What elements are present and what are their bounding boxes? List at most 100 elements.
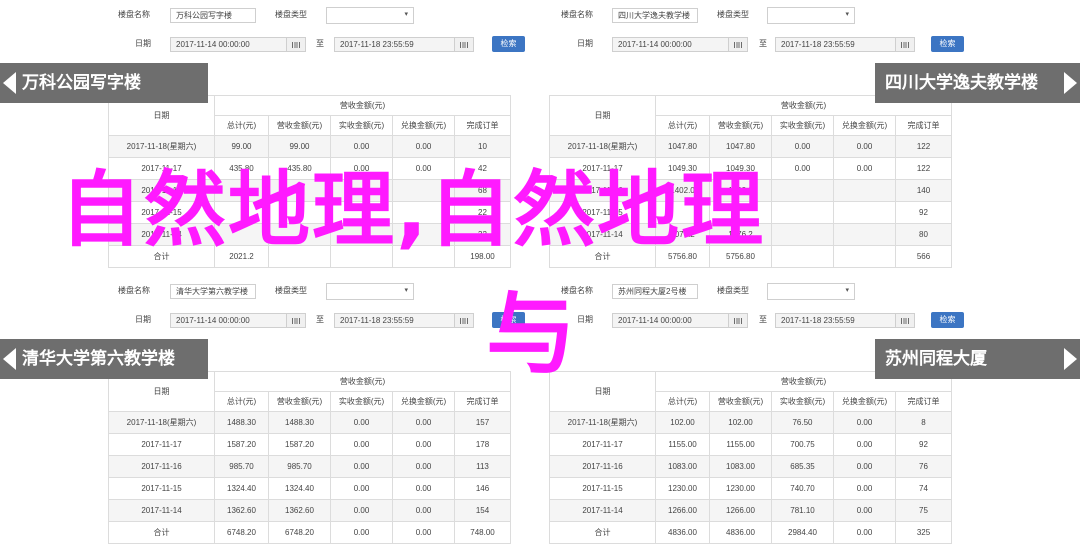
table-cell: 2017-11-18(星期六) xyxy=(108,135,215,158)
table-cell: 1155.00 xyxy=(709,433,772,456)
table-cell: 0.00 xyxy=(392,499,455,522)
building-name-label: 楼盘名称 xyxy=(118,10,150,19)
table-cell: 0.00 xyxy=(833,521,896,544)
building-type-select[interactable]: ▾ xyxy=(326,283,414,300)
building-banner: 万科公园写字楼 xyxy=(0,63,208,103)
date-from-input[interactable]: 2017-11-14 00:00:00 xyxy=(612,37,748,52)
calendar-icon[interactable] xyxy=(286,38,305,51)
table-cell: 566 xyxy=(895,245,952,268)
table-cell: 1488.30 xyxy=(268,411,331,434)
column-header: 总计(元) xyxy=(214,391,269,412)
table-cell: 146 xyxy=(454,477,511,500)
building-name-input[interactable]: 苏州同程大厦2号楼 xyxy=(612,284,698,299)
table-cell: 2017-11-18(星期六) xyxy=(549,411,656,434)
building-type-select[interactable]: ▾ xyxy=(767,283,855,300)
table-cell: 2017-11-14 xyxy=(549,499,656,522)
table-row: 合计 4836.00 4836.00 2984.40 0.00 325 xyxy=(549,521,952,544)
building-type-select[interactable]: ▾ xyxy=(326,7,414,24)
calendar-icon[interactable] xyxy=(454,38,473,51)
calendar-icon[interactable] xyxy=(728,314,747,327)
building-banner: 苏州同程大厦 xyxy=(875,339,1080,379)
table-cell: 74 xyxy=(895,477,952,500)
building-name-input[interactable]: 四川大学逸夫教学楼 xyxy=(612,8,698,23)
table-cell: 2017-11-16 xyxy=(549,455,656,478)
building-type-label: 楼盘类型 xyxy=(275,10,307,19)
date-from-input[interactable]: 2017-11-14 00:00:00 xyxy=(612,313,748,328)
table-cell: 2017-11-15 xyxy=(108,477,215,500)
table-cell: 1230.00 xyxy=(709,477,772,500)
calendar-icon[interactable] xyxy=(895,314,914,327)
table-row: 2017-11-18(星期六) 99.00 99.00 0.00 0.00 10 xyxy=(108,135,511,158)
chevron-down-icon: ▾ xyxy=(404,11,408,18)
table-cell: 113 xyxy=(454,455,511,478)
calendar-icon[interactable] xyxy=(286,314,305,327)
banner-title: 清华大学第六教学楼 xyxy=(22,349,175,368)
table-cell: 6748.20 xyxy=(214,521,269,544)
date-from-input[interactable]: 2017-11-14 00:00:00 xyxy=(170,37,306,52)
table-cell: 0.00 xyxy=(330,499,393,522)
date-to-input[interactable]: 2017-11-18 23:55:59 xyxy=(775,37,915,52)
table-cell: 0.00 xyxy=(330,521,393,544)
calendar-icon[interactable] xyxy=(728,38,747,51)
table-cell: 0.00 xyxy=(392,433,455,456)
arrow-right-icon xyxy=(1064,348,1077,370)
date-from-value: 2017-11-14 00:00:00 xyxy=(176,40,250,49)
table-cell: 122 xyxy=(895,135,952,158)
date-from-input[interactable]: 2017-11-14 00:00:00 xyxy=(170,313,306,328)
building-name-input[interactable]: 清华大学第六教学楼 xyxy=(170,284,256,299)
building-type-select[interactable]: ▾ xyxy=(767,7,855,24)
table-cell: 99.00 xyxy=(268,135,331,158)
column-header: 实收金额(元) xyxy=(330,115,393,136)
column-header: 完成订单 xyxy=(454,115,511,136)
table-cell: 0.00 xyxy=(833,477,896,500)
table-cell: 122 xyxy=(895,157,952,180)
column-header: 兑换金额(元) xyxy=(392,115,455,136)
table-cell xyxy=(833,223,896,246)
table-cell: 0.00 xyxy=(833,499,896,522)
table-cell: 75 xyxy=(895,499,952,522)
building-name-input[interactable]: 万科公园写字楼 xyxy=(170,8,256,23)
table-cell: 0.00 xyxy=(330,455,393,478)
search-button[interactable]: 检索 xyxy=(931,36,964,52)
date-to-input[interactable]: 2017-11-18 23:55:59 xyxy=(334,313,474,328)
calendar-icon[interactable] xyxy=(895,38,914,51)
column-header: 营收金额(元) xyxy=(709,391,772,412)
date-label: 日期 xyxy=(577,39,593,48)
date-from-value: 2017-11-14 00:00:00 xyxy=(618,40,692,49)
table-cell: 0.00 xyxy=(392,455,455,478)
table-cell: 685.35 xyxy=(771,455,834,478)
table-cell xyxy=(833,245,896,268)
table-cell: 1324.40 xyxy=(214,477,269,500)
table-cell: 0.00 xyxy=(833,433,896,456)
table-cell: 781.10 xyxy=(771,499,834,522)
table-cell: 0.00 xyxy=(833,157,896,180)
table-cell xyxy=(771,179,834,202)
calendar-icon[interactable] xyxy=(454,314,473,327)
table-cell: 325 xyxy=(895,521,952,544)
table-cell: 99.00 xyxy=(214,135,269,158)
table-cell: 1083.00 xyxy=(655,455,710,478)
table-cell: 合计 xyxy=(108,521,215,544)
search-button[interactable]: 检索 xyxy=(492,36,525,52)
table-cell: 154 xyxy=(454,499,511,522)
date-label: 日期 xyxy=(577,315,593,324)
table-cell: 2984.40 xyxy=(771,521,834,544)
search-button[interactable]: 检索 xyxy=(931,312,964,328)
banner-title: 四川大学逸夫教学楼 xyxy=(885,73,1038,92)
table-cell xyxy=(771,245,834,268)
date-label: 日期 xyxy=(135,39,151,48)
column-header: 兑换金额(元) xyxy=(833,391,896,412)
date-from-value: 2017-11-14 00:00:00 xyxy=(176,316,250,325)
column-header: 总计(元) xyxy=(655,391,710,412)
column-header: 完成订单 xyxy=(895,115,952,136)
date-to-input[interactable]: 2017-11-18 23:55:59 xyxy=(334,37,474,52)
table-cell: 0.00 xyxy=(392,521,455,544)
column-header: 实收金额(元) xyxy=(330,391,393,412)
table-cell: 4836.00 xyxy=(709,521,772,544)
table-cell: 0.00 xyxy=(833,135,896,158)
table-cell: 1587.20 xyxy=(268,433,331,456)
table-cell: 1324.40 xyxy=(268,477,331,500)
date-to-input[interactable]: 2017-11-18 23:55:59 xyxy=(775,313,915,328)
table-cell: 740.70 xyxy=(771,477,834,500)
table-cell: 1488.30 xyxy=(214,411,269,434)
